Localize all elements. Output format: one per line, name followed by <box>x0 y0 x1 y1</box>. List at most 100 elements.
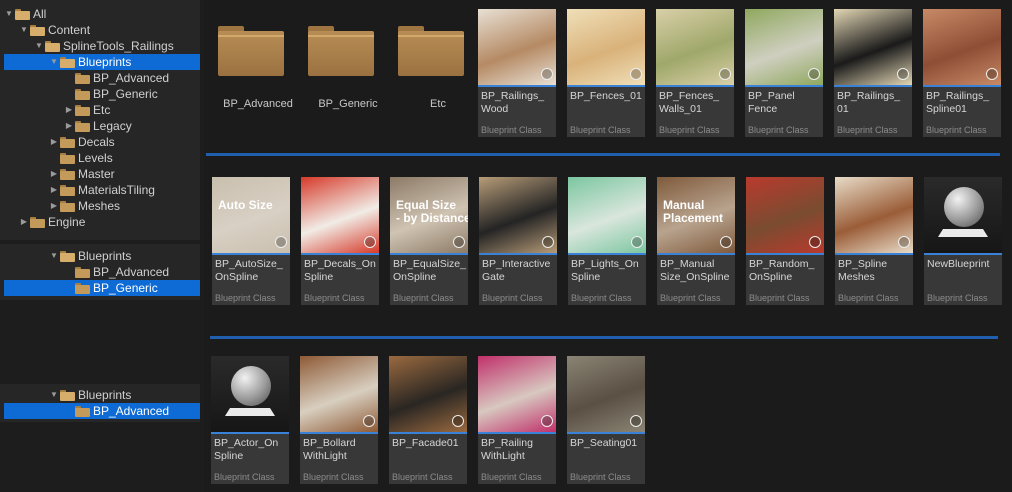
asset-tile[interactable]: BP_Seating01 Blueprint Class <box>567 356 645 484</box>
collapse-arrow-icon[interactable]: ▼ <box>19 22 29 38</box>
tree-item-label: Levels <box>78 151 113 165</box>
tree-item[interactable]: ▶ Decals <box>4 134 200 150</box>
collapse-arrow-icon[interactable]: ▼ <box>49 54 59 70</box>
folder-tile[interactable]: BP_Generic <box>298 6 378 116</box>
sphere-icon <box>231 366 271 406</box>
asset-thumbnail <box>656 9 734 85</box>
asset-name: BP_Actor_On Spline <box>214 437 279 462</box>
asset-type-bar <box>479 253 557 255</box>
asset-type-bar <box>478 85 556 87</box>
folder-tile[interactable]: BP_Advanced <box>208 6 293 116</box>
tree-item[interactable]: ▼ Blueprints <box>4 387 200 403</box>
tree-item[interactable]: ▼ SplineTools_Railings <box>4 38 200 54</box>
asset-type-bar <box>567 85 645 87</box>
folder-icon <box>75 266 90 278</box>
asset-tile[interactable]: BP_Interactive Gate Blueprint Class <box>479 177 557 305</box>
asset-tile[interactable]: BP_Railings_ Wood Blueprint Class <box>478 9 556 137</box>
expand-arrow-icon[interactable]: ▶ <box>64 118 74 134</box>
asset-tile[interactable]: BP_Fences_ Walls_01 Blueprint Class <box>656 9 734 137</box>
asset-tile[interactable]: Equal Size - by Distance BP_EqualSize_ On… <box>390 177 468 305</box>
asset-name: BP_Railings_ 01 <box>837 90 901 115</box>
tree-item-label: BP_Advanced <box>93 71 170 85</box>
asset-tile[interactable]: BP_Railings_ Spline01 Blueprint Class <box>923 9 1001 137</box>
folder-icon <box>60 152 75 164</box>
asset-thumbnail <box>923 9 1001 85</box>
folder-label: Etc <box>430 98 446 110</box>
section-divider <box>206 153 1000 156</box>
blueprint-badge-icon <box>808 68 820 80</box>
asset-name: BP_Bollard WithLight <box>303 437 356 462</box>
tree-item[interactable]: ▶ Master <box>4 166 200 182</box>
asset-tile[interactable]: BP_Facade01 Blueprint Class <box>389 356 467 484</box>
tree-item[interactable]: BP_Advanced <box>4 403 200 419</box>
expand-arrow-icon[interactable]: ▶ <box>49 182 59 198</box>
tree-item[interactable]: BP_Generic <box>4 280 200 296</box>
tree-item-label: Meshes <box>78 199 121 213</box>
asset-tile[interactable]: BP_Bollard WithLight Blueprint Class <box>300 356 378 484</box>
asset-type-bar <box>390 253 468 255</box>
asset-tile[interactable]: BP_Decals_On Spline Blueprint Class <box>301 177 379 305</box>
asset-class-label: Blueprint Class <box>482 293 543 303</box>
tree-item[interactable]: ▶ Meshes <box>4 198 200 214</box>
asset-tile[interactable]: BP_Lights_On Spline Blueprint Class <box>568 177 646 305</box>
asset-name: BP_Facade01 <box>392 437 459 449</box>
asset-tile[interactable]: BP_Panel Fence Blueprint Class <box>745 9 823 137</box>
asset-tile[interactable]: BP_Railings_ 01 Blueprint Class <box>834 9 912 137</box>
thumbnail-caption: Equal Size - by Distance <box>396 198 468 225</box>
expand-arrow-icon[interactable]: ▶ <box>19 214 29 230</box>
folder-tree-panel-bottom: ▼ Blueprints BP_Advanced <box>0 384 200 422</box>
asset-type-bar <box>478 432 556 434</box>
tree-item[interactable]: ▶ Etc <box>4 102 200 118</box>
folder-tile[interactable]: Etc <box>388 6 468 116</box>
folder-icon <box>75 72 90 84</box>
expand-arrow-icon[interactable]: ▶ <box>64 102 74 118</box>
collapse-arrow-icon[interactable]: ▼ <box>4 6 14 22</box>
asset-thumbnail: Manual Placement <box>657 177 735 253</box>
tree-item[interactable]: ▼ Content <box>4 22 200 38</box>
asset-tile[interactable]: BP_Railing WithLight Blueprint Class <box>478 356 556 484</box>
expand-arrow-icon[interactable]: ▶ <box>49 198 59 214</box>
tree-item[interactable]: ▶ Legacy <box>4 118 200 134</box>
folder-icon <box>30 216 45 228</box>
expand-arrow-icon[interactable]: ▶ <box>49 166 59 182</box>
expand-arrow-icon[interactable]: ▶ <box>49 134 59 150</box>
folder-icon <box>75 405 90 417</box>
asset-tile[interactable]: Auto Size BP_AutoSize_ OnSpline Blueprint … <box>212 177 290 305</box>
asset-name: BP_Manual Size_OnSpline <box>660 258 730 283</box>
tree-item[interactable]: BP_Advanced <box>4 264 200 280</box>
blueprint-badge-icon <box>542 236 554 248</box>
asset-tile[interactable]: BP_Fences_01 Blueprint Class <box>567 9 645 137</box>
blueprint-badge-icon <box>541 68 553 80</box>
collapse-arrow-icon[interactable]: ▼ <box>34 38 44 54</box>
blueprint-badge-icon <box>719 68 731 80</box>
tree-item[interactable]: BP_Generic <box>4 86 200 102</box>
folder-icon <box>30 24 45 36</box>
tree-item[interactable]: ▼ Blueprints <box>4 248 200 264</box>
collapse-arrow-icon[interactable]: ▼ <box>49 387 59 403</box>
tree-item-label: Blueprints <box>78 388 132 402</box>
asset-tile[interactable]: NewBlueprint Blueprint Class <box>924 177 1002 305</box>
thumbnail-caption: Auto Size <box>218 198 273 212</box>
tree-item[interactable]: ▶ Engine <box>4 214 200 230</box>
folder-icon <box>45 40 60 52</box>
tree-item[interactable]: Levels <box>4 150 200 166</box>
large-folder-icon <box>218 26 284 76</box>
asset-tile[interactable]: BP_Actor_On Spline Blueprint Class <box>211 356 289 484</box>
asset-tile[interactable]: BP_Random_ OnSpline Blueprint Class <box>746 177 824 305</box>
tree-item[interactable]: ▶ MaterialsTiling <box>4 182 200 198</box>
collapse-arrow-icon[interactable]: ▼ <box>49 248 59 264</box>
asset-tile[interactable]: BP_Spline Meshes Blueprint Class <box>835 177 913 305</box>
tree-item-label: Etc <box>93 103 111 117</box>
asset-tile[interactable]: Manual Placement BP_Manual Size_OnSpline B… <box>657 177 735 305</box>
asset-class-label: Blueprint Class <box>481 125 542 135</box>
asset-class-label: Blueprint Class <box>214 472 275 482</box>
tree-item[interactable]: BP_Advanced <box>4 70 200 86</box>
asset-type-bar <box>567 432 645 434</box>
tree-item-label: Legacy <box>93 119 132 133</box>
pedestal-icon <box>225 408 275 416</box>
asset-class-label: Blueprint Class <box>837 125 898 135</box>
tree-item[interactable]: ▼ Blueprints <box>4 54 200 70</box>
tree-item[interactable]: ▼ All <box>4 6 200 22</box>
asset-class-label: Blueprint Class <box>304 293 365 303</box>
tree-item-label: Decals <box>78 135 115 149</box>
